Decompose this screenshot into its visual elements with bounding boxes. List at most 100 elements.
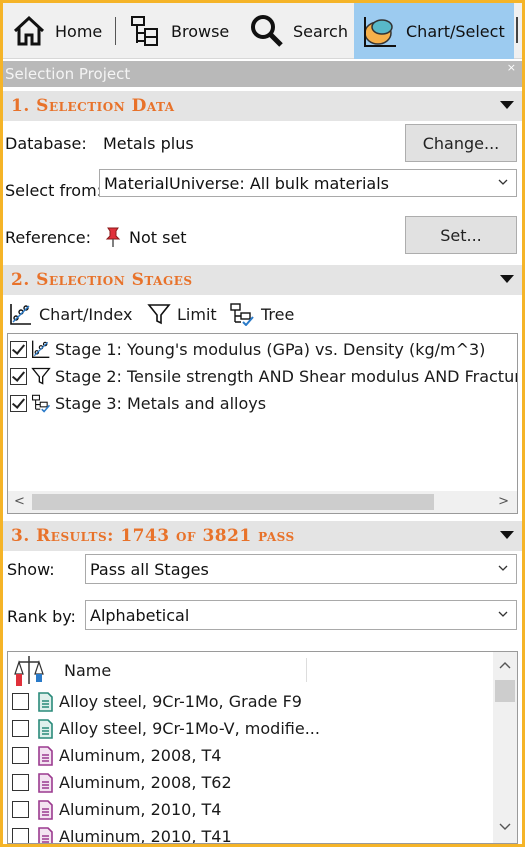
result-name: Aluminum, 2008, T4 (59, 746, 222, 765)
scroll-thumb[interactable] (495, 680, 515, 702)
browse-tree-icon (131, 16, 158, 46)
datasheet-icon (38, 718, 53, 739)
home-button[interactable]: Home (11, 3, 102, 59)
result-checkbox[interactable] (12, 747, 29, 764)
scroll-up-icon[interactable] (499, 660, 511, 670)
result-row[interactable]: Aluminum, 2008, T62 (8, 769, 232, 796)
horizontal-scrollbar[interactable]: < > (8, 491, 517, 513)
chart-select-icon (364, 17, 396, 47)
result-checkbox[interactable] (12, 693, 29, 710)
chevron-down-icon (498, 565, 508, 571)
result-checkbox[interactable] (12, 828, 29, 843)
select-from-dropdown[interactable]: MaterialUniverse: All bulk materials (99, 169, 517, 197)
home-icon (13, 15, 45, 46)
panel-title-bar: Selection Project × (3, 61, 522, 87)
change-database-button[interactable]: Change... (405, 124, 517, 162)
column-divider[interactable] (306, 658, 307, 682)
rank-order-icon[interactable] (14, 654, 44, 688)
stage-label: Stage 1: Young's modulus (GPa) vs. Densi… (55, 339, 486, 359)
stage-checkbox[interactable] (10, 367, 27, 385)
result-name: Aluminum, 2010, T41 (59, 827, 232, 844)
chevron-down-icon (498, 179, 508, 185)
scroll-left-arrow[interactable]: < (14, 494, 25, 509)
vertical-scrollbar[interactable] (493, 652, 517, 843)
tree-button[interactable]: Tree (229, 297, 294, 331)
tree-icon (32, 394, 51, 413)
rank-by-dropdown[interactable]: Alphabetical (85, 600, 517, 630)
stage-label: Stage 2: Tensile strength AND Shear modu… (55, 366, 518, 386)
reference-status: Not set (103, 226, 187, 248)
datasheet-icon (38, 799, 53, 820)
chart-select-button[interactable]: Chart/Select (354, 3, 514, 59)
chart-index-button[interactable]: Chart/Index (9, 297, 132, 331)
set-reference-button[interactable]: Set... (405, 216, 517, 254)
results-list: Name Alloy steel, 9Cr-1Mo, Grade F9 Allo… (7, 651, 518, 844)
result-name: Alloy steel, 9Cr-1Mo-V, modifie... (59, 719, 320, 738)
search-icon (251, 15, 283, 47)
datasheet-icon (38, 826, 53, 843)
tree-icon (230, 303, 254, 326)
stage-row[interactable]: Stage 1: Young's modulus (GPa) vs. Densi… (8, 336, 485, 362)
stage-checkbox[interactable] (10, 394, 27, 412)
show-value: Pass all Stages (90, 559, 209, 579)
result-row[interactable]: Aluminum, 2008, T4 (8, 742, 221, 769)
scroll-down-icon[interactable] (499, 822, 511, 832)
selection-data-heading: 1. Selection Data (11, 96, 175, 116)
datasheet-icon (38, 745, 53, 766)
show-dropdown[interactable]: Pass all Stages (85, 554, 517, 584)
scroll-right-arrow[interactable]: > (498, 494, 509, 509)
stages-list: Stage 1: Young's modulus (GPa) vs. Densi… (7, 333, 518, 514)
search-label: Search (293, 21, 348, 41)
show-label: Show: (7, 560, 55, 579)
result-name: Aluminum, 2008, T62 (59, 773, 232, 792)
home-label: Home (55, 21, 103, 41)
rank-by-value: Alphabetical (90, 605, 190, 625)
chart-index-icon (32, 340, 50, 358)
main-toolbar: Home Browse Search Chart/Select (3, 3, 522, 59)
browse-button[interactable]: Browse (127, 3, 229, 59)
result-row[interactable]: Alloy steel, 9Cr-1Mo, Grade F9 (8, 688, 302, 715)
result-row[interactable]: Aluminum, 2010, T41 (8, 823, 232, 844)
database-label: Database: (5, 134, 87, 153)
stage-row[interactable]: Stage 2: Tensile strength AND Shear modu… (8, 363, 518, 389)
selection-data-header[interactable]: 1. Selection Data (3, 91, 522, 121)
result-row[interactable]: Alloy steel, 9Cr-1Mo-V, modifie... (8, 715, 320, 742)
panel-close-button[interactable]: × (507, 61, 516, 75)
select-from-value: MaterialUniverse: All bulk materials (104, 173, 389, 193)
reference-label: Reference: (5, 228, 91, 247)
results-column-header: Name (8, 652, 494, 688)
result-name: Aluminum, 2010, T4 (59, 800, 222, 819)
collapse-triangle-icon[interactable] (500, 275, 514, 283)
result-checkbox[interactable] (12, 774, 29, 791)
result-name: Alloy steel, 9Cr-1Mo, Grade F9 (59, 692, 302, 711)
chevron-down-icon (498, 611, 508, 617)
scroll-thumb[interactable] (32, 494, 434, 510)
selection-stages-header[interactable]: 2. Selection Stages (3, 265, 522, 295)
stage-checkbox[interactable] (10, 340, 27, 358)
limit-button[interactable]: Limit (147, 297, 217, 331)
collapse-triangle-icon[interactable] (500, 531, 514, 539)
chart-index-label: Chart/Index (39, 304, 133, 324)
reference-value: Not set (129, 227, 187, 247)
app-window: Home Browse Search Chart/Select Selectio… (3, 3, 522, 844)
result-checkbox[interactable] (12, 801, 29, 818)
toolbar-divider (115, 17, 116, 45)
search-button[interactable]: Search (249, 3, 348, 59)
limit-filter-icon (31, 367, 51, 385)
name-column-header[interactable]: Name (64, 661, 111, 680)
stage-label: Stage 3: Metals and alloys (55, 393, 267, 413)
limit-filter-icon (147, 304, 171, 325)
browse-label: Browse (171, 21, 230, 41)
database-value: Metals plus (103, 134, 194, 153)
panel-title: Selection Project (5, 65, 131, 83)
collapse-triangle-icon[interactable] (500, 101, 514, 109)
datasheet-icon (38, 772, 53, 793)
stage-row[interactable]: Stage 3: Metals and alloys (8, 390, 266, 416)
result-row[interactable]: Aluminum, 2010, T4 (8, 796, 221, 823)
selection-stages-heading: 2. Selection Stages (11, 270, 193, 290)
limit-label: Limit (177, 304, 217, 324)
stage-toolbar: Chart/Index Limit Tree (3, 297, 522, 331)
tree-label: Tree (261, 304, 295, 324)
result-checkbox[interactable] (12, 720, 29, 737)
results-header[interactable]: 3. Results: 1743 of 3821 pass (3, 521, 522, 551)
